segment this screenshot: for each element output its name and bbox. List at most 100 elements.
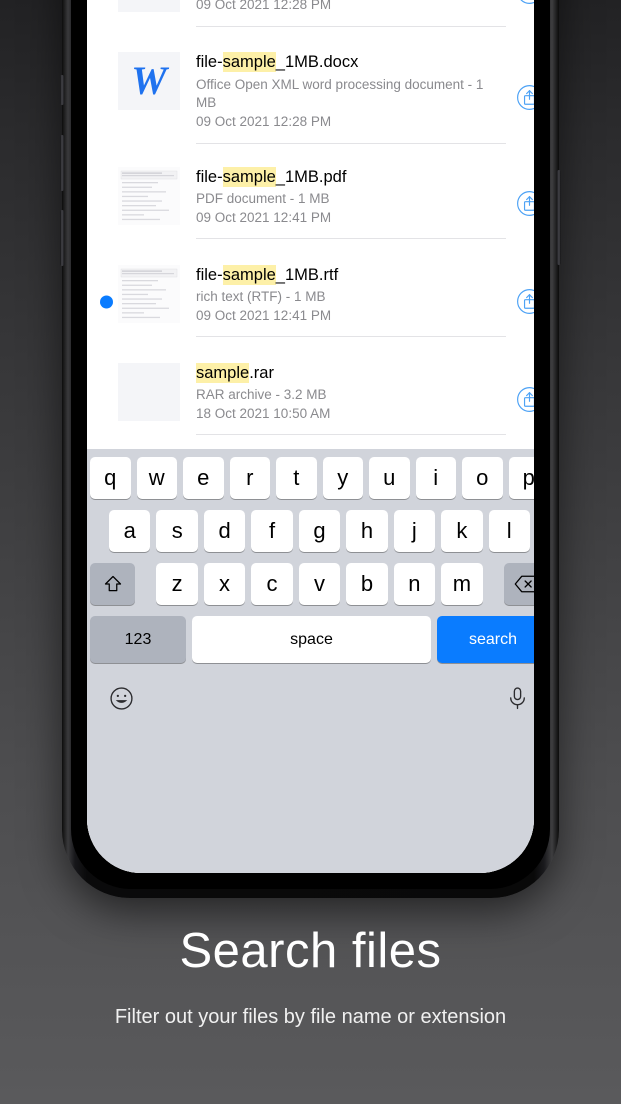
- file-result-row[interactable]: file-sample_1MB.pdf PDF document - 1 MB …: [87, 155, 534, 253]
- share-icon[interactable]: [516, 288, 535, 315]
- key-u[interactable]: u: [369, 457, 410, 499]
- file-name-prefix: file-: [196, 53, 223, 71]
- key-f[interactable]: f: [251, 510, 293, 552]
- key-c[interactable]: c: [251, 563, 293, 605]
- caption-title: Search files: [179, 924, 442, 978]
- file-thumbnail: W: [118, 52, 180, 110]
- space-key[interactable]: space: [192, 616, 431, 663]
- word-document-icon: W: [131, 58, 167, 103]
- keyboard-row-1: qwertyuiop: [90, 457, 534, 499]
- volume-down-button[interactable]: [60, 210, 64, 266]
- file-thumbnail: [118, 166, 180, 225]
- share-button[interactable]: [506, 386, 534, 414]
- file-result-row[interactable]: W file-sample_100kB.doc Microsoft Word 9…: [87, 0, 534, 40]
- file-modified-date: 09 Oct 2021 12:28 PM: [196, 0, 332, 13]
- file-name: file-sample_1MB.rtf: [196, 264, 498, 286]
- file-result-row[interactable]: W file-sample_1MB.docx Office Open XML w…: [87, 40, 534, 155]
- key-l[interactable]: l: [488, 510, 530, 552]
- file-info: sample.rar RAR archive - 3.2 MB 18 Oct 2…: [196, 362, 506, 436]
- on-screen-keyboard: qwertyuiop asdfghjkl zxcvbnm 123 space s…: [87, 449, 534, 873]
- file-name-suffix: .rar: [249, 363, 274, 382]
- share-button[interactable]: [506, 84, 534, 112]
- share-icon[interactable]: [516, 190, 535, 217]
- file-name: file-sample_1MB.pdf: [196, 166, 498, 188]
- file-name-match-highlight: sample: [222, 264, 276, 285]
- keyboard-row-2: asdfghjkl: [90, 510, 534, 552]
- key-v[interactable]: v: [298, 563, 341, 605]
- key-n[interactable]: n: [393, 563, 436, 605]
- share-icon[interactable]: [516, 84, 535, 111]
- file-name-match-highlight: sample: [222, 52, 276, 72]
- document-preview-thumbnail: [118, 264, 180, 323]
- volume-up-button[interactable]: [60, 135, 64, 191]
- file-name-suffix: _1MB.docx: [275, 53, 359, 71]
- key-x[interactable]: x: [203, 563, 246, 605]
- shift-icon: [104, 575, 121, 592]
- file-thumbnail: [118, 362, 180, 421]
- file-info: file-sample_1MB.pdf PDF document - 1 MB …: [196, 166, 506, 240]
- phone-screen: My Documents Sample: [87, 0, 534, 873]
- keyboard-row-3-letters: zxcvbnm: [156, 563, 483, 605]
- file-modified-date: 18 Oct 2021 10:50 AM: [196, 405, 331, 421]
- key-g[interactable]: g: [298, 510, 341, 552]
- numbers-key[interactable]: 123: [90, 616, 186, 663]
- power-button[interactable]: [557, 170, 561, 265]
- file-info: file-sample_1MB.rtf rich text (RTF) - 1 …: [196, 264, 506, 338]
- key-t[interactable]: t: [276, 457, 317, 499]
- word-document-icon: W: [131, 0, 167, 3]
- file-info: file-sample_1MB.docx Office Open XML wor…: [196, 52, 506, 144]
- key-i[interactable]: i: [415, 457, 456, 499]
- file-name-prefix: file-: [196, 265, 223, 284]
- file-modified-date: 09 Oct 2021 12:41 PM: [196, 209, 332, 225]
- file-name-prefix: file-: [196, 167, 223, 186]
- search-results-list: W file-sample_100kB.doc Microsoft Word 9…: [87, 0, 534, 449]
- phone-bezel: My Documents Sample: [71, 0, 550, 889]
- file-name: file-sample_1MB.docx: [196, 52, 498, 73]
- key-h[interactable]: h: [346, 510, 388, 552]
- unread-indicator-dot: [100, 295, 113, 308]
- key-y[interactable]: y: [322, 457, 363, 499]
- backspace-key[interactable]: [503, 563, 534, 605]
- file-result-row[interactable]: file-sample_1MB.rtf rich text (RTF) - 1 …: [87, 253, 534, 351]
- key-z[interactable]: z: [156, 563, 198, 605]
- file-modified-date: 09 Oct 2021 12:41 PM: [196, 307, 332, 323]
- key-k[interactable]: k: [441, 510, 483, 552]
- key-s[interactable]: s: [156, 510, 198, 552]
- key-j[interactable]: j: [393, 510, 436, 552]
- file-result-row[interactable]: sample.rar RAR archive - 3.2 MB 18 Oct 2…: [87, 351, 534, 449]
- keyboard-row-4: 123 space search: [90, 616, 534, 663]
- key-q[interactable]: q: [90, 457, 131, 499]
- promo-caption: Search files Filter out your files by fi…: [0, 924, 621, 1029]
- microphone-icon[interactable]: [505, 686, 530, 711]
- keyboard-bottom-bar: [90, 672, 534, 724]
- emoji-icon[interactable]: [109, 686, 134, 711]
- key-r[interactable]: r: [229, 457, 270, 499]
- file-name-suffix: _1MB.rtf: [275, 265, 339, 284]
- keyboard-spacer: [141, 563, 150, 605]
- key-e[interactable]: e: [183, 457, 224, 499]
- document-preview-thumbnail: [118, 166, 180, 225]
- key-p[interactable]: p: [508, 457, 534, 499]
- file-name-match-highlight: sample: [222, 166, 276, 187]
- key-m[interactable]: m: [441, 563, 483, 605]
- share-icon[interactable]: [516, 386, 535, 413]
- file-name: sample.rar: [196, 362, 498, 384]
- file-thumbnail: [118, 264, 180, 323]
- share-icon[interactable]: [516, 0, 535, 5]
- share-button[interactable]: [506, 190, 534, 218]
- key-b[interactable]: b: [346, 563, 388, 605]
- file-type-and-size: PDF document - 1 MB: [196, 191, 330, 207]
- key-w[interactable]: w: [136, 457, 177, 499]
- key-d[interactable]: d: [203, 510, 246, 552]
- share-button[interactable]: [506, 0, 534, 6]
- keyboard-spacer: [489, 563, 498, 605]
- key-o[interactable]: o: [462, 457, 503, 499]
- key-a[interactable]: a: [109, 510, 151, 552]
- file-type-and-size: Office Open XML word processing document…: [196, 76, 484, 111]
- shift-key[interactable]: [90, 563, 136, 605]
- search-return-key[interactable]: search: [437, 616, 534, 663]
- file-info: file-sample_100kB.doc Microsoft Word 97-…: [196, 0, 506, 27]
- file-thumbnail: W: [118, 0, 180, 12]
- share-button[interactable]: [506, 288, 534, 316]
- silent-switch[interactable]: [60, 75, 64, 105]
